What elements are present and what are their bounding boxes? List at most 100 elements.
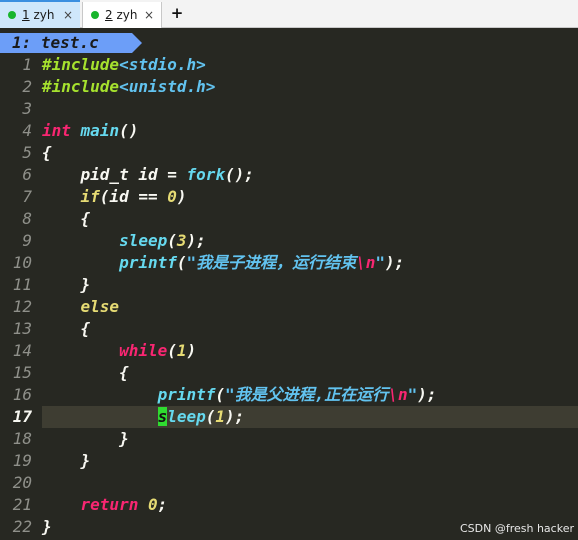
code-token: } xyxy=(42,517,52,536)
tab-1[interactable]: 1 zyh × xyxy=(0,0,80,28)
code-line[interactable]: 7 if(id == 0) xyxy=(0,186,578,208)
line-number: 7 xyxy=(22,187,32,206)
code-text[interactable]: { xyxy=(42,318,91,340)
code-text[interactable]: } xyxy=(42,516,52,538)
code-token: } xyxy=(42,429,129,448)
buffer-line: 1: test.c xyxy=(0,32,578,54)
code-line[interactable]: 14 while(1) xyxy=(0,340,578,362)
code-token: "我是子进程，运行结束 xyxy=(186,253,357,272)
code-token: leep xyxy=(167,407,206,426)
code-token: ); xyxy=(417,385,437,404)
line-number: 13 xyxy=(12,319,32,338)
code-text[interactable]: while(1) xyxy=(42,340,196,362)
code-line[interactable]: 11 } xyxy=(0,274,578,296)
line-number: 9 xyxy=(22,231,32,250)
code-text[interactable]: #include<stdio.h> xyxy=(42,54,206,76)
code-text[interactable]: if(id == 0) xyxy=(42,186,187,208)
code-line[interactable]: 21 return 0; xyxy=(0,494,578,516)
code-text[interactable]: printf("我是父进程,正在运行\n"); xyxy=(42,384,437,406)
line-number: 10 xyxy=(12,253,32,272)
code-line[interactable]: 13 { xyxy=(0,318,578,340)
tab-2[interactable]: 2 zyh × xyxy=(82,2,162,28)
line-number: 3 xyxy=(22,99,32,118)
close-icon[interactable]: × xyxy=(60,8,76,22)
line-number: 14 xyxy=(12,341,32,360)
code-token: <stdio.h> xyxy=(119,55,206,74)
text-cursor: s xyxy=(157,407,168,426)
code-line[interactable]: 4 int main() xyxy=(0,120,578,142)
code-line[interactable]: 9 sleep(3); xyxy=(0,230,578,252)
code-text[interactable]: { xyxy=(42,362,129,384)
code-line[interactable]: 6 pid_t id = fork(); xyxy=(0,164,578,186)
line-number: 22 xyxy=(12,517,32,536)
code-line[interactable]: 10 printf("我是子进程，运行结束\n"); xyxy=(0,252,578,274)
code-line[interactable]: 15 { xyxy=(0,362,578,384)
code-line[interactable]: 16 printf("我是父进程,正在运行\n"); xyxy=(0,384,578,406)
code-token: pid_t id = xyxy=(42,165,187,184)
tab-1-label: 1 zyh xyxy=(22,8,55,22)
line-number: 4 xyxy=(22,121,32,140)
code-token: ( xyxy=(176,253,187,272)
code-line[interactable]: 3 xyxy=(0,98,578,120)
line-number: 1 xyxy=(22,55,32,74)
code-token: ( xyxy=(167,231,177,250)
code-text[interactable]: sleep(3); xyxy=(42,230,206,252)
code-token: fork xyxy=(186,165,226,184)
code-line[interactable]: 1 #include<stdio.h> xyxy=(0,54,578,76)
status-dot-icon xyxy=(91,11,99,19)
code-line[interactable]: 5{ xyxy=(0,142,578,164)
code-token: ( xyxy=(205,407,216,426)
code-token: <unistd.h> xyxy=(119,77,216,96)
line-number: 8 xyxy=(22,209,32,228)
code-token: 3 xyxy=(176,231,187,250)
code-token: } xyxy=(42,451,91,470)
code-token: #include xyxy=(42,55,120,74)
code-token: \n xyxy=(388,385,408,404)
close-icon[interactable]: × xyxy=(141,8,157,22)
line-number: 18 xyxy=(12,429,32,448)
code-text[interactable]: sleep(1); xyxy=(42,406,244,428)
code-line[interactable]: 19 } xyxy=(0,450,578,472)
code-token: ( xyxy=(167,341,177,360)
code-token: main xyxy=(80,121,120,140)
code-token: sleep xyxy=(119,231,168,250)
code-text[interactable]: return 0; xyxy=(42,494,168,516)
code-token: (); xyxy=(225,165,254,184)
code-text[interactable]: #include<unistd.h> xyxy=(42,76,215,98)
code-line[interactable]: 12 else xyxy=(0,296,578,318)
code-token: () xyxy=(119,121,139,140)
code-text[interactable]: printf("我是子进程，运行结束\n"); xyxy=(42,252,404,274)
code-text[interactable]: } xyxy=(42,274,91,296)
code-text[interactable]: else xyxy=(42,296,120,318)
code-line[interactable]: 8 { xyxy=(0,208,578,230)
active-buffer-tab[interactable]: 1: test.c xyxy=(0,33,142,53)
code-token: " xyxy=(407,385,418,404)
code-text[interactable]: { xyxy=(42,208,91,230)
add-tab-button[interactable]: + xyxy=(170,4,184,22)
watermark: CSDN @fresh hacker xyxy=(459,522,574,535)
code-text[interactable]: { xyxy=(42,142,52,164)
code-editor[interactable]: 1 #include<stdio.h> 2 #include<unistd.h> 3 4 i… xyxy=(0,54,578,540)
code-text[interactable]: } xyxy=(42,428,129,450)
code-line[interactable]: 2 #include<unistd.h> xyxy=(0,76,578,98)
code-token: 0 xyxy=(167,187,177,206)
code-text[interactable]: } xyxy=(42,450,91,472)
code-token: " xyxy=(375,253,386,272)
code-line[interactable]: 20 xyxy=(0,472,578,494)
code-text[interactable]: int main() xyxy=(42,120,138,142)
tab-bar: 1 zyh × 2 zyh × + xyxy=(0,0,578,28)
code-line[interactable]: 17 sleep(1); xyxy=(0,406,578,428)
code-token: { xyxy=(42,209,91,228)
code-token: int xyxy=(42,121,71,140)
code-text[interactable]: pid_t id = fork(); xyxy=(42,164,254,186)
tab-2-label: 2 zyh xyxy=(105,8,138,22)
code-line[interactable]: 18 } xyxy=(0,428,578,450)
